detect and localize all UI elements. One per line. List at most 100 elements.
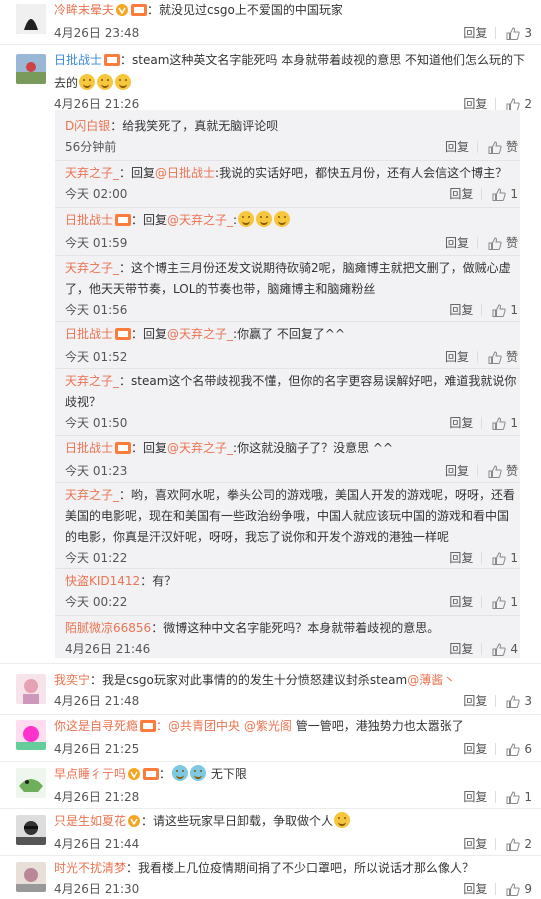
thumbs-up-icon (506, 26, 521, 40)
emoji-icon (334, 812, 351, 828)
user-name[interactable]: 早点睡彳亍吗 (54, 767, 126, 781)
comment-list: 冷眸末晕夫 ：就没见过csgo上不爱国的中国玩家 4月26日 23:48 回复 3 (0, 0, 541, 896)
emoji-icon (256, 211, 273, 227)
avatar[interactable] (16, 862, 46, 892)
comment-time: 今天 01:50 (65, 416, 128, 430)
like-button[interactable]: 1 (492, 592, 518, 612)
like-button[interactable]: 1 (492, 413, 518, 433)
reply-button[interactable]: 回复 (463, 739, 487, 759)
divider (0, 808, 541, 809)
like-button[interactable]: 3 (506, 23, 532, 43)
user-name[interactable]: D闪白银 (65, 119, 110, 133)
like-button[interactable]: 1 (492, 300, 518, 320)
reply-button[interactable]: 回复 (449, 413, 473, 433)
like-button[interactable]: 3 (506, 691, 532, 711)
like-button[interactable]: 赞 (488, 461, 518, 481)
comment-time: 4月26日 21:46 (65, 642, 151, 656)
like-button[interactable]: 6 (506, 739, 532, 759)
avatar[interactable] (16, 768, 46, 798)
divider (481, 188, 483, 200)
user-name[interactable]: 天弃之子_ (65, 166, 119, 180)
user-name[interactable]: 天弃之子_ (65, 374, 119, 388)
like-button[interactable]: 9 (506, 879, 532, 899)
reply-button[interactable]: 回复 (445, 137, 469, 157)
user-name[interactable]: 我奕宁 (54, 673, 90, 687)
verified-v-icon (116, 2, 129, 23)
thumbs-up-icon (506, 97, 521, 111)
divider (55, 435, 520, 436)
avatar[interactable] (16, 54, 46, 84)
user-name[interactable]: 天弃之子_ (65, 488, 119, 502)
like-button[interactable]: 赞 (488, 233, 518, 253)
mention-link[interactable]: ：@共青团中央 (156, 719, 240, 733)
user-name[interactable]: 天弃之子_ (65, 261, 119, 275)
reply-button[interactable]: 回复 (449, 592, 473, 612)
comment-text: :你赢了 不回复了^^ (233, 327, 346, 341)
comment-text-line: 冷眸末晕夫 ：就没见过csgo上不爱国的中国玩家 (54, 0, 532, 23)
reply-button[interactable]: 回复 (445, 233, 469, 253)
thumbs-up-icon (492, 551, 507, 565)
thumbs-up-icon (492, 416, 507, 430)
like-button[interactable]: 1 (506, 787, 532, 807)
mention-link[interactable]: @天弃之子_ (167, 327, 233, 341)
user-name[interactable]: 陌腻微凉66856 (65, 621, 151, 635)
divider (55, 321, 520, 322)
like-count: 6 (524, 742, 532, 756)
avatar[interactable] (16, 674, 46, 704)
user-name[interactable]: 你这是自寻死瘾 (54, 719, 138, 733)
divider (55, 368, 520, 369)
emoji-icon (79, 74, 96, 90)
mention-link[interactable]: @日批战士 (155, 166, 215, 180)
user-name[interactable]: 日批战士 (65, 213, 113, 227)
comment-time: 4月26日 21:26 (54, 97, 140, 111)
like-button[interactable]: 4 (492, 639, 518, 659)
reply-button[interactable]: 回复 (463, 879, 487, 899)
reply-button[interactable]: 回复 (445, 461, 469, 481)
reply-button[interactable]: 回复 (463, 23, 487, 43)
avatar[interactable] (16, 815, 46, 845)
comment-text-line: 日批战士 ：steam这种英文名字能死吗 本身就带着歧视的意思 不知道他们怎么玩的… (54, 50, 532, 94)
divider (0, 44, 541, 45)
mention-link[interactable]: @薄酱丶 (407, 673, 455, 687)
user-name[interactable]: 日批战士 (54, 53, 102, 67)
like-button[interactable]: 赞 (488, 347, 518, 367)
comment-time: 今天 02:00 (65, 187, 128, 201)
divider (476, 465, 478, 477)
user-name[interactable]: 只是生如夏花 (54, 814, 126, 828)
like-button[interactable]: 1 (492, 548, 518, 568)
reply-button[interactable]: 回复 (449, 300, 473, 320)
comment-item: 早点睡彳亍吗 ： 无下限 4月26日 21:28 回复 1 (16, 764, 532, 806)
like-button[interactable]: 1 (492, 184, 518, 204)
mention-link[interactable]: @天弃之子_ (167, 213, 233, 227)
comment-text: ：就没见过csgo上不爱国的中国玩家 (147, 3, 343, 17)
like-button[interactable]: 2 (506, 834, 532, 854)
mention-link[interactable]: @紫光阁 (244, 719, 292, 733)
user-name[interactable]: 冷眸末晕夫 (54, 3, 114, 17)
reply-button[interactable]: 回复 (445, 347, 469, 367)
user-name[interactable]: 时光不扰清梦 (54, 861, 126, 875)
reply-button[interactable]: 回复 (449, 639, 473, 659)
user-name[interactable]: 日批战士 (65, 441, 113, 455)
mention-link[interactable]: @天弃之子_ (167, 441, 233, 455)
sub-reply-item: 快盗KID1412：有？ 今天 00:22 回复 1 (65, 571, 518, 612)
avatar[interactable] (16, 4, 46, 34)
reply-button[interactable]: 回复 (463, 787, 487, 807)
comment-text: ：给我笑死了，真就无脑评论呗 (110, 119, 279, 133)
thumbs-up-icon (506, 882, 521, 896)
user-name[interactable]: 日批战士 (65, 327, 113, 341)
reply-prefix: ：回复 (119, 166, 156, 180)
reply-button[interactable]: 回复 (463, 834, 487, 854)
divider (495, 838, 497, 850)
like-count: 1 (510, 416, 518, 430)
like-button[interactable]: 赞 (488, 137, 518, 157)
avatar[interactable] (16, 720, 46, 750)
thumbs-up-icon (506, 837, 521, 851)
user-name[interactable]: 快盗KID1412 (65, 574, 140, 588)
reply-button[interactable]: 回复 (449, 548, 473, 568)
divider (55, 207, 520, 208)
sub-reply-item: 天弃之子_：回复@日批战士:我说的实话好吧，都快五月份，还有人会信这个博主？ 今天… (65, 163, 518, 204)
reply-button[interactable]: 回复 (449, 184, 473, 204)
sub-reply-item: 日批战士 ：回复@天弃之子_:你这就没脑子了？没意思 ^^ 今天 01:23 回复 赞 (65, 438, 518, 481)
comment-body: 早点睡彳亍吗 ： 无下限 4月26日 21:28 回复 1 (54, 764, 532, 807)
reply-button[interactable]: 回复 (463, 691, 487, 711)
